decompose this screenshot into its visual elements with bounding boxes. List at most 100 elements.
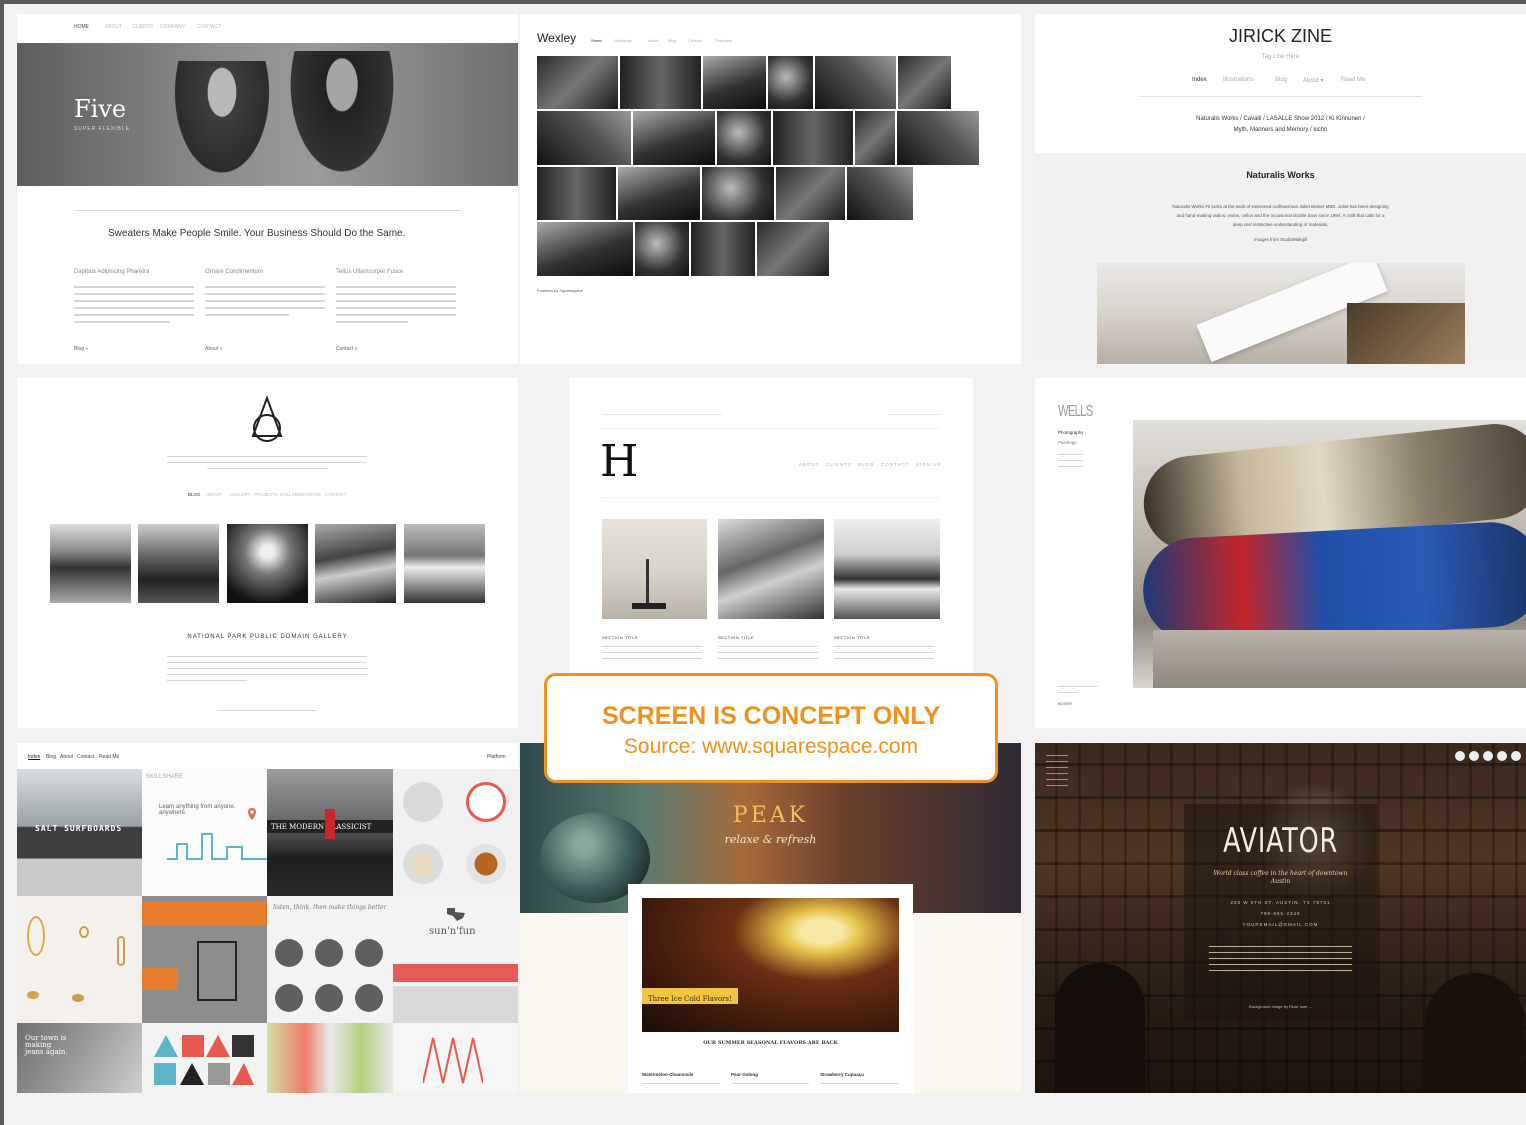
wexley-photo[interactable] bbox=[897, 111, 979, 165]
national-nav-contact[interactable]: CONTACT bbox=[325, 492, 346, 497]
national-nav-blog[interactable]: BLOG bbox=[188, 492, 201, 497]
platform-tile-furniture[interactable] bbox=[142, 896, 267, 1023]
peak-title[interactable]: PEAK bbox=[520, 803, 1021, 828]
wexley-photo[interactable] bbox=[768, 56, 813, 109]
jirick-nav-readme[interactable]: Read Me bbox=[1341, 77, 1365, 83]
wexley-photo[interactable] bbox=[537, 111, 631, 165]
h-photo-shore[interactable] bbox=[718, 519, 824, 619]
national-nav-gallery[interactable]: GALLERY bbox=[230, 492, 251, 497]
platform-tile-shapes[interactable] bbox=[142, 1023, 267, 1093]
template-card-platform[interactable]: Index Blog About Contact Read Me Platfor… bbox=[17, 743, 518, 1093]
pinterest-icon[interactable] bbox=[1497, 751, 1507, 761]
national-photo-river[interactable] bbox=[315, 524, 396, 603]
wexley-nav-about[interactable]: About bbox=[648, 38, 658, 43]
peak-drink-photo[interactable]: Three Ice Cold Flavors! bbox=[642, 898, 899, 1032]
jirick-links-line1[interactable]: Naturalis Works / Cavalli / LASALLE Show… bbox=[1035, 116, 1526, 122]
wexley-photo[interactable] bbox=[703, 56, 766, 109]
template-card-five[interactable]: HOME ABOUT CLIENTS COMPANY CONTACT Five … bbox=[17, 14, 518, 364]
platform-tile-salt[interactable]: SALT SURFBOARDS bbox=[17, 769, 142, 896]
five-col3-link[interactable]: Contact » bbox=[336, 346, 357, 352]
aviator-title[interactable]: AVIATOR bbox=[1208, 821, 1353, 861]
aviator-email[interactable]: YOUREMAIL@GMAIL.COM bbox=[1184, 922, 1377, 927]
template-card-h[interactable]: H ABOUT CLIENTS BLOG CONTACT SIGN UP SEC… bbox=[569, 378, 973, 678]
h-photo-fjord[interactable] bbox=[834, 519, 940, 619]
platform-tile-sunfun[interactable]: sun'n'fun bbox=[393, 896, 518, 1023]
wells-hero-image[interactable] bbox=[1133, 420, 1526, 688]
wells-nav-paintings[interactable]: Paintings bbox=[1058, 440, 1077, 445]
wexley-photo[interactable] bbox=[635, 222, 689, 276]
wexley-logo[interactable]: Wexley bbox=[537, 31, 576, 45]
wexley-photo[interactable] bbox=[537, 222, 633, 276]
h-logo[interactable]: H bbox=[600, 436, 638, 487]
wexley-photo[interactable] bbox=[717, 111, 771, 165]
facebook-icon[interactable] bbox=[1455, 751, 1465, 761]
wexley-nav-blog[interactable]: Blog bbox=[668, 38, 676, 43]
email-icon[interactable] bbox=[1511, 751, 1521, 761]
wexley-photo[interactable] bbox=[691, 222, 755, 276]
five-nav-home[interactable]: HOME bbox=[74, 24, 89, 30]
wells-nav-photography[interactable]: Photography bbox=[1058, 430, 1084, 435]
wexley-photo[interactable] bbox=[537, 167, 616, 220]
wexley-photo[interactable] bbox=[757, 222, 829, 276]
national-nav-projects[interactable]: PROJECTS bbox=[254, 492, 278, 497]
wexley-photo[interactable] bbox=[815, 56, 896, 109]
platform-nav-readme[interactable]: Read Me bbox=[99, 754, 119, 760]
platform-tile-skillshare[interactable]: SKILLSHARE Learn anything from anyone, a… bbox=[142, 769, 267, 896]
national-photo-geyser[interactable] bbox=[227, 524, 308, 603]
platform-tile-icons[interactable] bbox=[393, 769, 518, 896]
wexley-photo[interactable] bbox=[537, 56, 618, 109]
wexley-photo[interactable] bbox=[855, 111, 895, 165]
five-col1-link[interactable]: Blog » bbox=[74, 346, 88, 352]
triangle-circle-logo-icon[interactable] bbox=[250, 396, 284, 444]
wexley-nav-street[interactable]: Street bbox=[591, 38, 602, 43]
h-nav-blog[interactable]: BLOG bbox=[858, 462, 875, 467]
jirick-nav-about[interactable]: About ▾ bbox=[1303, 77, 1323, 84]
h-nav-about[interactable]: ABOUT bbox=[799, 462, 820, 467]
jirick-nav-blog[interactable]: Blog bbox=[1275, 77, 1287, 83]
national-nav-collaborations[interactable]: COLLABORATIONS bbox=[280, 492, 321, 497]
five-logo[interactable]: Five bbox=[74, 95, 126, 123]
wexley-photo[interactable] bbox=[633, 111, 715, 165]
platform-nav-index[interactable]: Index bbox=[28, 754, 40, 760]
template-card-peak[interactable]: PEAK relaxe & refresh Three Ice Cold Fla… bbox=[520, 743, 1021, 1093]
wexley-nav-weddings[interactable]: Weddings bbox=[614, 38, 632, 43]
twitter-icon[interactable] bbox=[1469, 751, 1479, 761]
five-nav-contact[interactable]: CONTACT bbox=[197, 24, 221, 30]
wexley-nav-purchase[interactable]: Purchase bbox=[715, 38, 732, 43]
wexley-nav-contact[interactable]: Contact bbox=[688, 38, 702, 43]
platform-nav-about[interactable]: About bbox=[60, 754, 73, 760]
wexley-photo[interactable] bbox=[776, 167, 845, 220]
five-col2-link[interactable]: About » bbox=[205, 346, 222, 352]
platform-nav-contact[interactable]: Contact bbox=[77, 754, 94, 760]
wexley-footer[interactable]: Powered by Squarespace bbox=[537, 288, 583, 293]
platform-tile-jewelry[interactable] bbox=[17, 896, 142, 1023]
h-nav-contact[interactable]: CONTACT bbox=[881, 462, 909, 467]
wexley-photo[interactable] bbox=[898, 56, 951, 109]
wexley-photo[interactable] bbox=[702, 167, 774, 220]
template-card-jirick[interactable]: JIRICK ZINE Tag Line Here Index Illustra… bbox=[1035, 14, 1526, 364]
wexley-photo[interactable] bbox=[773, 111, 853, 165]
jirick-nav-illustrations[interactable]: Illustrations bbox=[1223, 77, 1253, 83]
five-nav-about[interactable]: ABOUT bbox=[105, 24, 122, 30]
national-photo-lake[interactable] bbox=[404, 524, 485, 603]
wells-logo[interactable]: WELLS bbox=[1058, 403, 1093, 421]
five-nav-clients[interactable]: CLIENTS bbox=[132, 24, 153, 30]
jirick-links-line2[interactable]: Myth, Manners and Memory / kichn bbox=[1035, 127, 1526, 133]
platform-tile-zigzag[interactable] bbox=[393, 1023, 518, 1093]
instagram-icon[interactable] bbox=[1483, 751, 1493, 761]
wexley-photo[interactable] bbox=[620, 56, 701, 109]
jirick-nav-index[interactable]: Index bbox=[1192, 77, 1207, 83]
template-card-wells[interactable]: WELLS Photography Paintings BOXER bbox=[1035, 378, 1526, 728]
jirick-title[interactable]: JIRICK ZINE bbox=[1035, 26, 1526, 47]
national-photo-mountains[interactable] bbox=[50, 524, 131, 603]
national-photo-valley[interactable] bbox=[138, 524, 219, 603]
template-card-national-park[interactable]: BLOG ABOUT GALLERY PROJECTS COLLABORATIO… bbox=[17, 378, 518, 728]
wexley-photo[interactable] bbox=[847, 167, 913, 220]
template-card-wexley[interactable]: Wexley Street Weddings About Blog Contac… bbox=[520, 14, 1021, 364]
platform-tile-circles[interactable]: listen, think, then make things better bbox=[267, 896, 393, 1023]
platform-tile-patterns[interactable] bbox=[267, 1023, 393, 1093]
platform-brand[interactable]: Platform bbox=[487, 754, 506, 760]
h-nav-clients[interactable]: CLIENTS bbox=[826, 462, 852, 467]
platform-tile-classicist[interactable]: THE MODERN CLASSICIST bbox=[267, 769, 393, 896]
template-card-aviator[interactable]: AVIATOR World class coffee in the heart … bbox=[1035, 743, 1526, 1093]
